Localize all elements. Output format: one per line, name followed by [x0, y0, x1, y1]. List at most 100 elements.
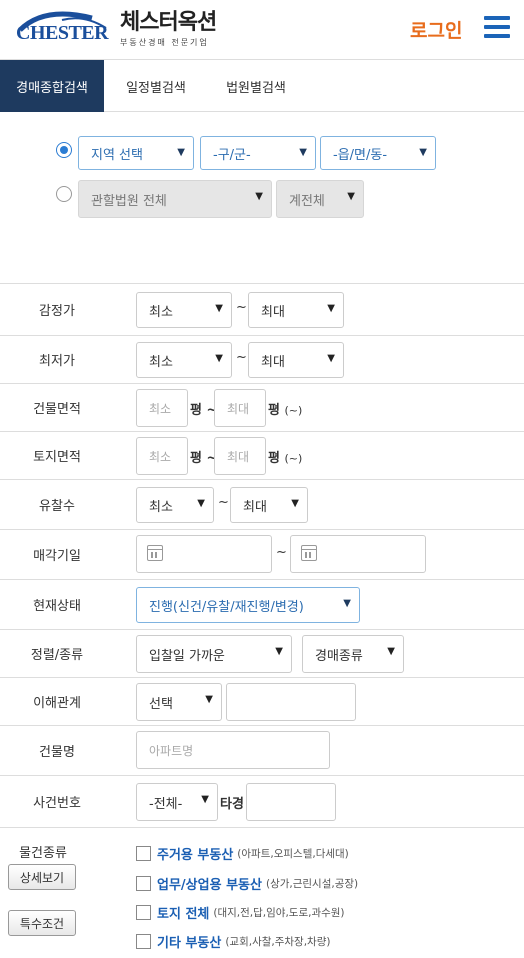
interest-select[interactable]: 선택 ▼ — [136, 683, 222, 721]
calendar-icon[interactable] — [147, 545, 163, 561]
row-appraisal: 감정가 최소 ▼ ~ 최대 ▼ — [0, 284, 524, 336]
status-select-value: 진행(신건/유찰/재진행/변경) — [149, 599, 304, 615]
chevron-down-icon: ▼ — [291, 498, 299, 509]
checkbox[interactable] — [136, 934, 151, 949]
region-section: 지역 선택 ▼ -구/군- ▼ -읍/면/동- ▼ 관할법원 전체 ▼ 계전체 ▼ — [0, 112, 524, 284]
court-branch-value: 계전체 — [289, 193, 325, 209]
row-property-type: 물건종류 상세보기 특수조건 주거용 부동산 (아파트,오피스텔,다세대) 업무… — [0, 828, 524, 958]
option-desc: (대지,전,답,임야,도로,과수원) — [213, 907, 345, 919]
special-condition-button[interactable]: 특수조건 — [8, 910, 76, 936]
sort-order-select[interactable]: 입찰일 가까운 ▼ — [136, 635, 292, 673]
chevron-down-icon: ▼ — [327, 303, 335, 314]
row-minimum-price: 최저가 최소 ▼ ~ 최대 ▼ — [0, 336, 524, 384]
land-area-min-input[interactable]: 최소 — [136, 437, 188, 475]
chevron-down-icon: ▼ — [177, 147, 185, 158]
minimum-price-label: 최저가 — [39, 354, 75, 369]
logo-text-en: CHESTER — [16, 22, 109, 44]
chevron-down-icon: ▼ — [215, 303, 223, 314]
property-option-other[interactable]: 기타 부동산 (교회,사찰,주차장,차량) — [136, 932, 330, 951]
building-area-min-input[interactable]: 최소 — [136, 389, 188, 427]
dong-select[interactable]: -읍/면/동- ▼ — [320, 136, 436, 170]
sort-type-label: 정렬/종류 — [30, 648, 84, 663]
tab-combined-search[interactable]: 경매종합검색 — [0, 60, 104, 112]
row-fail-count: 유찰수 최소 ▼ ~ 최대 ▼ — [0, 480, 524, 530]
checkbox[interactable] — [136, 876, 151, 891]
chevron-down-icon: ▼ — [343, 598, 351, 609]
case-year-select[interactable]: -전체- ▼ — [136, 783, 218, 821]
status-select[interactable]: 진행(신건/유찰/재진행/변경) ▼ — [136, 587, 360, 623]
row-building-area: 건물면적 최소 평 ~ 최대 평 (~) — [0, 384, 524, 432]
appraisal-label: 감정가 — [39, 304, 75, 319]
search-tabs: 경매종합검색 일정별검색 법원별검색 — [0, 60, 524, 112]
land-area-max-input[interactable]: 최대 — [214, 437, 266, 475]
chevron-down-icon: ▼ — [387, 646, 395, 657]
row-sort-type: 정렬/종류 입찰일 가까운 ▼ 경매종류 ▼ — [0, 630, 524, 678]
interest-input[interactable] — [226, 683, 356, 721]
tab-schedule-search[interactable]: 일정별검색 — [104, 60, 208, 112]
row-case-number: 사건번호 -전체- ▼ 타경 — [0, 776, 524, 828]
case-number-input[interactable] — [246, 783, 336, 821]
sort-order-value: 입찰일 가까운 — [149, 648, 225, 664]
property-option-commercial[interactable]: 업무/상업용 부동산 (상가,근린시설,공장) — [136, 874, 358, 893]
case-year-value: -전체- — [149, 796, 183, 812]
chevron-down-icon: ▼ — [255, 191, 263, 202]
chevron-down-icon: ▼ — [205, 694, 213, 705]
option-title: 기타 부동산 — [157, 936, 222, 951]
detail-view-button[interactable]: 상세보기 — [8, 864, 76, 890]
tab-court-search[interactable]: 법원별검색 — [208, 60, 304, 112]
auction-type-select[interactable]: 경매종류 ▼ — [302, 635, 404, 673]
building-name-label: 건물명 — [39, 745, 75, 760]
checkbox[interactable] — [136, 905, 151, 920]
minimum-max-value: 최대 — [261, 354, 285, 370]
minimum-min-select[interactable]: 최소 ▼ — [136, 342, 232, 378]
property-option-land[interactable]: 토지 전체 (대지,전,답,임야,도로,과수원) — [136, 903, 345, 922]
interest-select-value: 선택 — [149, 696, 173, 712]
chester-logo-mark: CHESTER — [14, 10, 110, 46]
login-link[interactable]: 로그인 — [410, 16, 462, 43]
chevron-down-icon: ▼ — [419, 147, 427, 158]
building-area-max-input[interactable]: 최대 — [214, 389, 266, 427]
option-title: 업무/상업용 부동산 — [157, 878, 262, 893]
building-name-input[interactable]: 아파트명 — [136, 731, 330, 769]
logo-text-ko: 체스터옥션 — [120, 10, 217, 35]
row-sale-date: 매각기일 ~ — [0, 530, 524, 580]
case-number-label: 사건번호 — [33, 796, 81, 811]
building-area-unit-max: 평 (~) — [268, 403, 303, 418]
calendar-icon[interactable] — [301, 545, 317, 561]
sale-date-end-input[interactable] — [290, 535, 426, 573]
sale-date-start-input[interactable] — [136, 535, 272, 573]
unit-note: (~) — [284, 452, 303, 465]
chevron-down-icon: ▼ — [197, 498, 205, 509]
row-interest: 이해관계 선택 ▼ — [0, 678, 524, 726]
interest-label: 이해관계 — [33, 696, 81, 711]
option-title: 토지 전체 — [157, 907, 210, 922]
fail-count-max-select[interactable]: 최대 ▼ — [230, 487, 308, 523]
area-select-value: 지역 선택 — [91, 147, 143, 163]
court-select[interactable]: 관할법원 전체 ▼ — [78, 180, 272, 218]
status-label: 현재상태 — [33, 599, 81, 614]
property-option-residential[interactable]: 주거용 부동산 (아파트,오피스텔,다세대) — [136, 844, 349, 863]
minimum-max-select[interactable]: 최대 ▼ — [248, 342, 344, 378]
court-select-value: 관할법원 전체 — [91, 193, 167, 209]
court-branch-select[interactable]: 계전체 ▼ — [276, 180, 364, 218]
fail-count-min-select[interactable]: 최소 ▼ — [136, 487, 214, 523]
building-area-label: 건물면적 — [33, 402, 81, 417]
chevron-down-icon: ▼ — [275, 646, 283, 657]
appraisal-max-select[interactable]: 최대 ▼ — [248, 292, 344, 328]
chevron-down-icon: ▼ — [299, 147, 307, 158]
checkbox[interactable] — [136, 846, 151, 861]
area-select[interactable]: 지역 선택 ▼ — [78, 136, 194, 170]
hamburger-menu-icon[interactable] — [484, 16, 510, 38]
region-radio[interactable] — [56, 142, 72, 158]
appraisal-min-select[interactable]: 최소 ▼ — [136, 292, 232, 328]
gu-select[interactable]: -구/군- ▼ — [200, 136, 316, 170]
range-separator: ~ — [236, 350, 247, 365]
row-building-name: 건물명 아파트명 — [0, 726, 524, 776]
option-desc: (아파트,오피스텔,다세대) — [237, 848, 349, 860]
row-status: 현재상태 진행(신건/유찰/재진행/변경) ▼ — [0, 580, 524, 630]
site-logo[interactable]: CHESTER 체스터옥션 부동산경매 전문기업 — [14, 10, 217, 48]
dong-select-value: -읍/면/동- — [333, 147, 388, 163]
appraisal-max-value: 최대 — [261, 304, 285, 320]
range-separator: ~ — [218, 495, 229, 510]
court-radio[interactable] — [56, 186, 72, 202]
